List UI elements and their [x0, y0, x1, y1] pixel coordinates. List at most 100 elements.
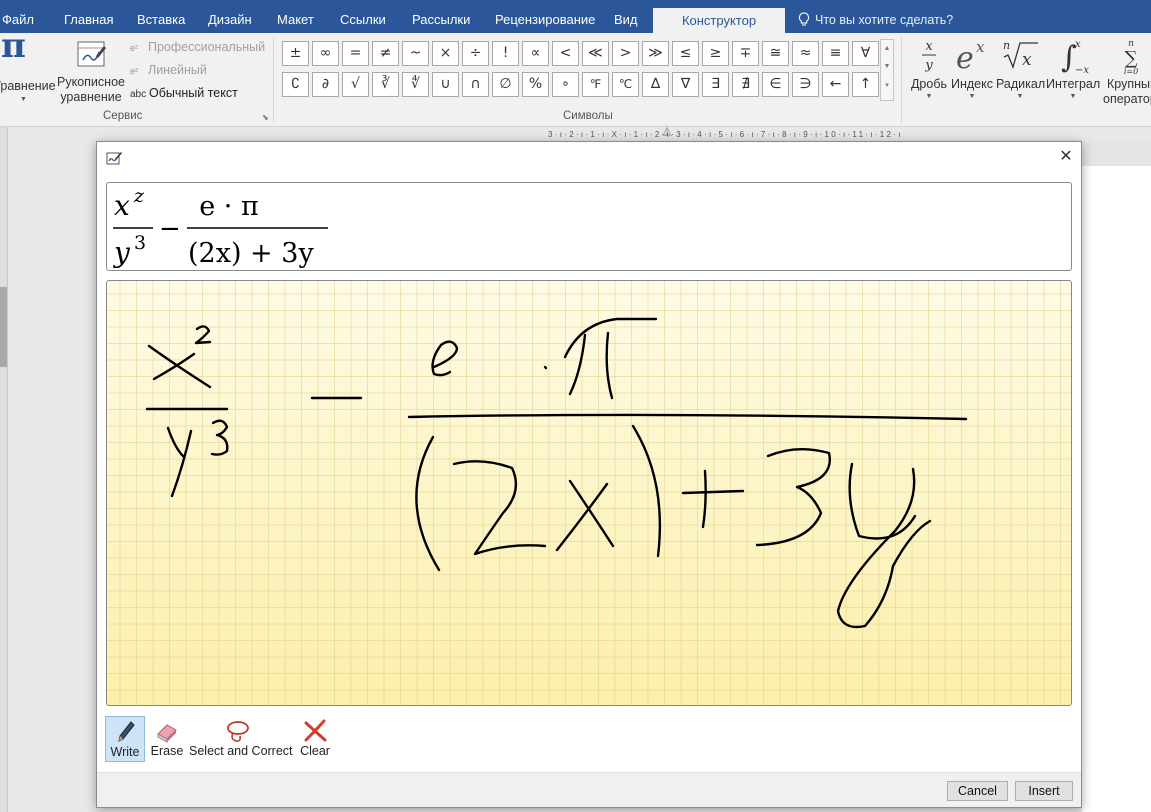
svg-text:e: e [956, 41, 974, 75]
large-operator-button[interactable]: n ∑ i=0 Крупный оператор [1102, 37, 1151, 107]
script-label: Индекс [951, 77, 993, 91]
svg-text:n: n [1003, 39, 1010, 52]
write-tool[interactable]: Write [105, 716, 145, 762]
script-icon: e x [951, 37, 993, 77]
symbol-button[interactable]: ∀ [852, 41, 879, 66]
symbol-button[interactable]: ≤ [672, 41, 699, 66]
symbol-button[interactable]: ∩ [462, 72, 489, 97]
ink-writing-canvas[interactable] [106, 280, 1072, 706]
tab-review[interactable]: Рецензирование [495, 0, 595, 33]
radical-button[interactable]: n x Радикал ▼ [996, 37, 1045, 102]
symbol-button[interactable]: ≡ [822, 41, 849, 66]
integral-icon: ∫ x −x [1046, 37, 1100, 77]
document-page[interactable] [1082, 166, 1151, 812]
indent-marker-icon[interactable]: ⏅ [662, 128, 672, 138]
symbol-button[interactable]: ! [492, 41, 519, 66]
symbol-button[interactable]: = [342, 41, 369, 66]
chevron-down-icon: ▼ [968, 93, 976, 100]
tell-me-search[interactable]: Что вы хотите сделать? [798, 12, 953, 27]
symbol-button[interactable]: ~ [402, 41, 429, 66]
symbol-button[interactable]: < [552, 41, 579, 66]
tab-references[interactable]: Ссылки [340, 0, 386, 33]
symbol-button[interactable]: × [432, 41, 459, 66]
symbol-button[interactable]: ∘ [552, 72, 579, 97]
normal-text-button[interactable]: abc Обычный текст [130, 86, 238, 100]
symbol-button[interactable]: ∓ [732, 41, 759, 66]
ribbon-tab-bar: Файл Главная Вставка Дизайн Макет Ссылки… [0, 0, 1151, 33]
select-and-correct-tool[interactable]: Select and Correct [189, 716, 293, 762]
ink-equation-button[interactable]: Рукописное уравнение [56, 37, 126, 107]
symbol-button[interactable]: > [612, 41, 639, 66]
symbol-button[interactable]: √ [342, 72, 369, 97]
symbol-button[interactable]: ∃ [702, 72, 729, 97]
symbol-button[interactable]: ∜ [402, 72, 429, 97]
symbol-button[interactable]: ℃ [612, 72, 639, 97]
group-divider [273, 37, 274, 123]
professional-button[interactable]: e² Профессиональный [130, 40, 265, 54]
group-divider [901, 37, 902, 123]
integral-label: Интеграл [1046, 77, 1101, 91]
svg-text:y: y [924, 58, 933, 73]
linear-button[interactable]: e² Линейный [130, 63, 207, 77]
tab-view[interactable]: Вид [614, 0, 638, 33]
svg-text:x: x [1075, 39, 1081, 50]
symbol-button[interactable]: ≈ [792, 41, 819, 66]
preview-den1-base: y [112, 236, 131, 269]
symbol-button[interactable]: ∋ [792, 72, 819, 97]
dialog-footer: Cancel Insert [97, 772, 1081, 807]
dialog-launcher-icon[interactable]: ⬊ [262, 113, 269, 122]
erase-tool[interactable]: Erase [149, 716, 185, 762]
symbol-button[interactable]: ≅ [762, 41, 789, 66]
symbol-button[interactable]: ∂ [312, 72, 339, 97]
scroll-up-icon[interactable]: ▲ [881, 40, 893, 58]
clear-tool[interactable]: Clear [295, 716, 335, 762]
scroll-down-icon[interactable]: ▼ [881, 58, 893, 76]
fraction-button[interactable]: x y Дробь ▼ [908, 37, 950, 102]
tab-layout[interactable]: Макет [277, 0, 314, 33]
symbol-button[interactable]: ≠ [372, 41, 399, 66]
symbol-button[interactable]: ÷ [462, 41, 489, 66]
script-button[interactable]: e x Индекс ▼ [951, 37, 993, 102]
chevron-down-icon: ▼ [925, 93, 933, 100]
tab-equation-design[interactable]: Конструктор [653, 8, 785, 33]
gallery-expand-icon[interactable]: ▾ [881, 76, 893, 96]
pen-icon [118, 721, 135, 742]
pi-icon: π [1, 26, 26, 66]
linear-label: Линейный [148, 63, 207, 77]
symbol-button[interactable]: ∈ [762, 72, 789, 97]
integral-button[interactable]: ∫ x −x Интеграл ▼ [1046, 37, 1100, 102]
symbol-button[interactable]: ∅ [492, 72, 519, 97]
symbol-button[interactable]: ∝ [522, 41, 549, 66]
cancel-button[interactable]: Cancel [947, 781, 1008, 801]
insert-button[interactable]: Insert [1015, 781, 1073, 801]
symbol-button[interactable]: ∆ [642, 72, 669, 97]
symbol-button[interactable]: ± [282, 41, 309, 66]
tab-design[interactable]: Дизайн [208, 0, 252, 33]
preview-num2: e · π [199, 191, 258, 222]
tab-home[interactable]: Главная [64, 0, 113, 33]
symbol-button[interactable]: ≥ [702, 41, 729, 66]
symbol-button[interactable]: ∛ [372, 72, 399, 97]
close-icon[interactable]: ✕ [1055, 146, 1077, 168]
svg-text:∑: ∑ [1125, 48, 1138, 69]
svg-text:x: x [1022, 50, 1032, 70]
symbol-button[interactable]: ∪ [432, 72, 459, 97]
symbol-button[interactable]: ∄ [732, 72, 759, 97]
tab-mailings[interactable]: Рассылки [412, 0, 470, 33]
symbol-button[interactable]: ≫ [642, 41, 669, 66]
symbol-button[interactable]: ≪ [582, 41, 609, 66]
ink-equation-icon [106, 152, 122, 165]
symbol-button[interactable]: ∁ [282, 72, 309, 97]
equation-button[interactable]: π Уравнение ▼ [0, 26, 56, 107]
symbol-button[interactable]: ∞ [312, 41, 339, 66]
symbol-button[interactable]: ∇ [672, 72, 699, 97]
select-and-correct-label: Select and Correct [189, 744, 293, 758]
symbol-button[interactable]: ℉ [582, 72, 609, 97]
symbol-button[interactable]: ↑ [852, 72, 879, 97]
symbol-button[interactable]: ← [822, 72, 849, 97]
symbols-scroll[interactable]: ▲ ▼ ▾ [880, 39, 894, 101]
eraser-icon [157, 724, 177, 743]
tab-insert[interactable]: Вставка [137, 0, 185, 33]
symbol-button[interactable]: % [522, 72, 549, 97]
linear-format-icon: e² [130, 66, 139, 76]
